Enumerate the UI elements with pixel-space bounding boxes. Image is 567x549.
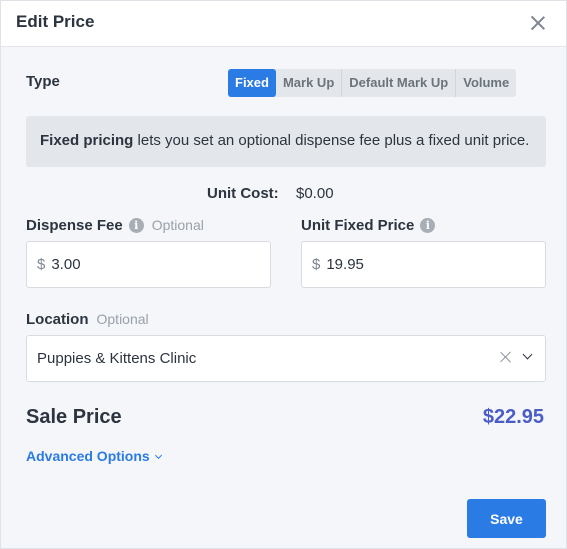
type-option-mark-up[interactable]: Mark Up [276, 69, 343, 97]
dispense-fee-optional: Optional [151, 217, 204, 233]
dispense-fee-currency: $ [37, 256, 46, 273]
notice-text: lets you set an optional dispense fee pl… [133, 132, 530, 149]
unit-fixed-price-value: 19.95 [326, 256, 364, 273]
pricing-notice: Fixed pricing lets you set an optional d… [26, 116, 546, 167]
dispense-fee-label-text: Dispense Fee [26, 217, 123, 234]
sale-price-value: $22.95 [482, 406, 544, 428]
type-label: Type [26, 73, 60, 90]
unit-fixed-price-input[interactable]: $19.95 [301, 241, 546, 288]
unit-fixed-price-currency: $ [312, 256, 321, 273]
dispense-fee-label: Dispense Fee i Optional [26, 217, 204, 234]
notice-bold: Fixed pricing [40, 132, 134, 149]
clear-icon[interactable] [499, 350, 513, 364]
chevron-down-icon [154, 451, 162, 460]
type-segmented-control: Fixed Mark Up Default Mark Up Volume [228, 69, 517, 97]
close-icon[interactable] [528, 13, 548, 33]
chevron-down-icon[interactable] [522, 349, 533, 360]
unit-fixed-price-label: Unit Fixed Price i [301, 217, 436, 234]
unit-fixed-price-label-text: Unit Fixed Price [301, 217, 415, 234]
location-label: Location Optional [26, 311, 149, 328]
edit-price-modal: Edit Price Type Fixed Mark Up Default Ma… [0, 0, 567, 549]
dispense-fee-value: 3.00 [51, 256, 81, 273]
unit-cost-label: Unit Cost: [207, 185, 279, 202]
advanced-options-label: Advanced Options [26, 448, 150, 464]
unit-cost-value: $0.00 [296, 185, 334, 202]
dispense-fee-input[interactable]: $3.00 [26, 241, 271, 288]
info-icon[interactable]: i [128, 218, 144, 233]
sale-price-label: Sale Price [26, 406, 122, 428]
type-option-volume[interactable]: Volume [456, 69, 516, 97]
location-select[interactable]: Puppies & Kittens Clinic [26, 335, 546, 382]
advanced-options-toggle[interactable]: Advanced Options [26, 448, 162, 464]
type-option-default-mark-up[interactable]: Default Mark Up [342, 69, 457, 97]
location-label-text: Location [26, 311, 89, 328]
info-icon[interactable]: i [420, 218, 436, 233]
save-button[interactable]: Save [467, 499, 546, 538]
location-value: Puppies & Kittens Clinic [37, 350, 197, 367]
location-optional: Optional [96, 311, 149, 327]
modal-title: Edit Price [16, 12, 95, 31]
type-option-fixed[interactable]: Fixed [228, 69, 276, 97]
modal-header: Edit Price [1, 1, 566, 47]
